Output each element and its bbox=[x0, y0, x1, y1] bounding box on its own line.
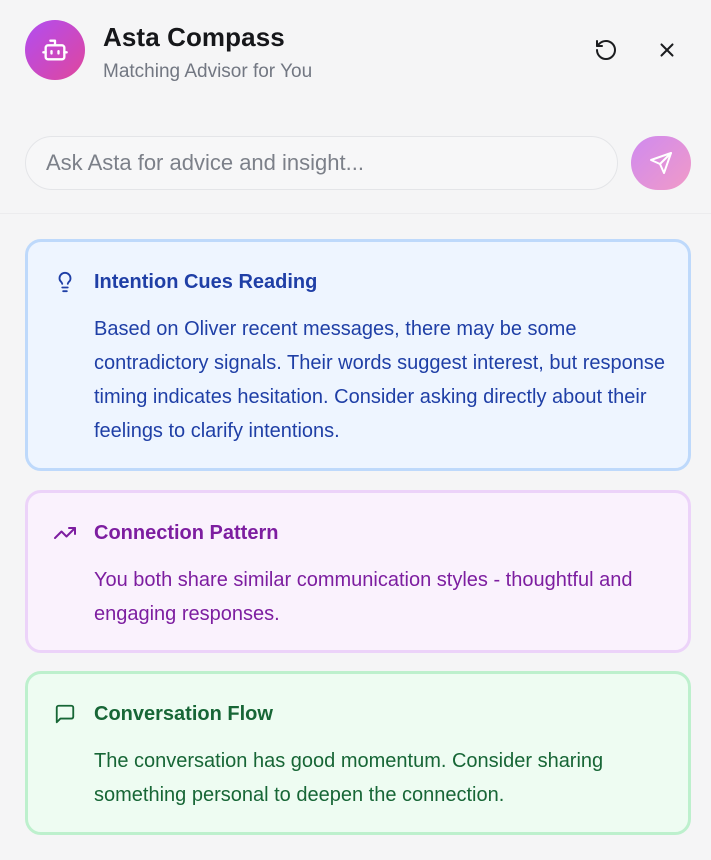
insight-card-intention: Intention Cues Reading Based on Oliver r… bbox=[25, 239, 691, 471]
refresh-icon bbox=[594, 38, 618, 62]
lightbulb-icon bbox=[53, 270, 77, 294]
trending-up-icon bbox=[53, 521, 77, 545]
card-body: You both share similar communication sty… bbox=[94, 569, 633, 625]
card-title: Connection Pattern bbox=[94, 522, 279, 544]
close-button[interactable] bbox=[650, 33, 684, 67]
send-icon bbox=[649, 151, 673, 175]
assistant-subtitle: Matching Advisor for You bbox=[103, 61, 313, 82]
insight-card-conversation: Conversation Flow The conversation has g… bbox=[25, 671, 691, 835]
advisor-panel: Asta Compass Matching Advisor for You As… bbox=[0, 0, 711, 860]
robot-icon bbox=[41, 36, 69, 64]
send-button[interactable] bbox=[631, 136, 691, 190]
assistant-avatar bbox=[25, 20, 85, 80]
insight-card-connection: Connection Pattern You both share simila… bbox=[25, 490, 691, 653]
message-square-icon bbox=[53, 702, 77, 726]
refresh-button[interactable] bbox=[589, 33, 623, 67]
card-body: Based on Oliver recent messages, there m… bbox=[94, 318, 666, 442]
header-divider bbox=[0, 213, 711, 214]
card-body: The conversation has good momentum. Cons… bbox=[94, 750, 604, 806]
card-title: Conversation Flow bbox=[94, 703, 273, 725]
close-icon bbox=[656, 39, 678, 61]
search-box bbox=[25, 136, 618, 190]
card-title: Intention Cues Reading bbox=[94, 271, 318, 293]
header: Asta Compass Matching Advisor for You bbox=[0, 0, 711, 110]
assistant-title: Asta Compass bbox=[103, 22, 285, 52]
search-input[interactable] bbox=[26, 137, 617, 189]
